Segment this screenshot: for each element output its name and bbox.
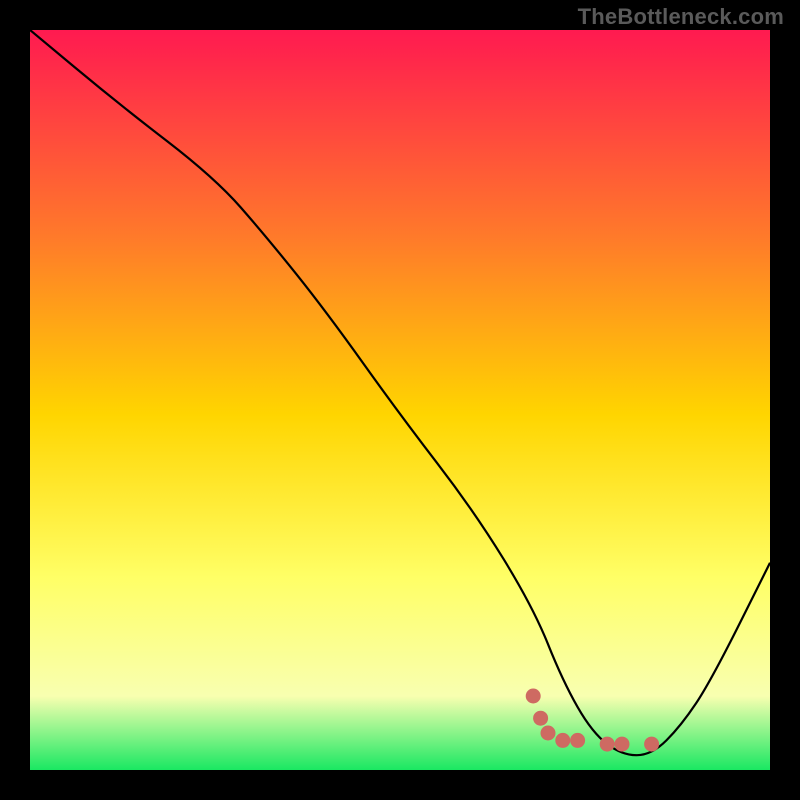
highlight-e — [570, 733, 585, 748]
highlight-g — [615, 737, 630, 752]
highlight-c — [541, 726, 556, 741]
watermark-text: TheBottleneck.com — [578, 4, 784, 30]
chart-svg — [30, 30, 770, 770]
chart-container: TheBottleneck.com — [0, 0, 800, 800]
highlight-f — [600, 737, 615, 752]
highlight-b — [533, 711, 548, 726]
highlight-a — [526, 689, 541, 704]
gradient-background — [30, 30, 770, 770]
plot-area — [30, 30, 770, 770]
highlight-d — [555, 733, 570, 748]
highlight-h — [644, 737, 659, 752]
